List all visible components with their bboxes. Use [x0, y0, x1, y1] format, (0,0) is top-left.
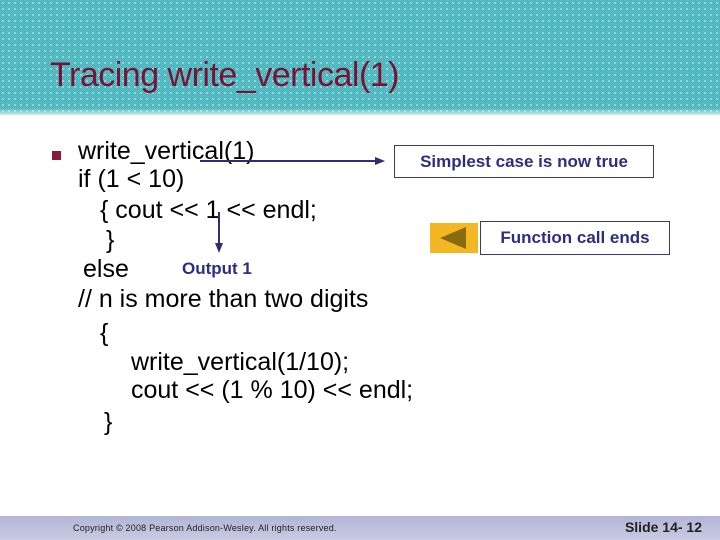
- function-call-ends-callout: Function call ends: [480, 221, 670, 255]
- code-line: cout << (1 % 10) << endl;: [131, 376, 414, 404]
- copyright-text: Copyright © 2008 Pearson Addison-Wesley.…: [73, 523, 337, 533]
- code-line: // n is more than two digits: [78, 285, 369, 313]
- header-fade: [0, 108, 720, 118]
- square-bullet-icon: [52, 151, 61, 160]
- code-line: write_vertical(1/10);: [131, 348, 350, 376]
- code-line: if (1 < 10): [78, 165, 185, 193]
- code-line: write_vertical(1): [78, 137, 255, 165]
- code-line: { cout << 1 << endl;: [100, 196, 317, 224]
- simplest-case-callout: Simplest case is now true: [394, 145, 654, 178]
- slide-number: Slide 14- 12: [624, 519, 702, 535]
- arrow-right-head-icon: [375, 157, 385, 165]
- code-line: }: [104, 408, 113, 436]
- arrow-down-head-icon: [215, 243, 223, 253]
- code-line: else: [83, 255, 129, 283]
- back-button[interactable]: [430, 223, 478, 253]
- triangle-left-icon: [440, 227, 466, 249]
- code-line: {: [100, 319, 109, 347]
- slide-title: Tracing write_vertical(1): [50, 56, 400, 94]
- code-line: }: [106, 226, 115, 254]
- output-label: Output 1: [182, 259, 252, 278]
